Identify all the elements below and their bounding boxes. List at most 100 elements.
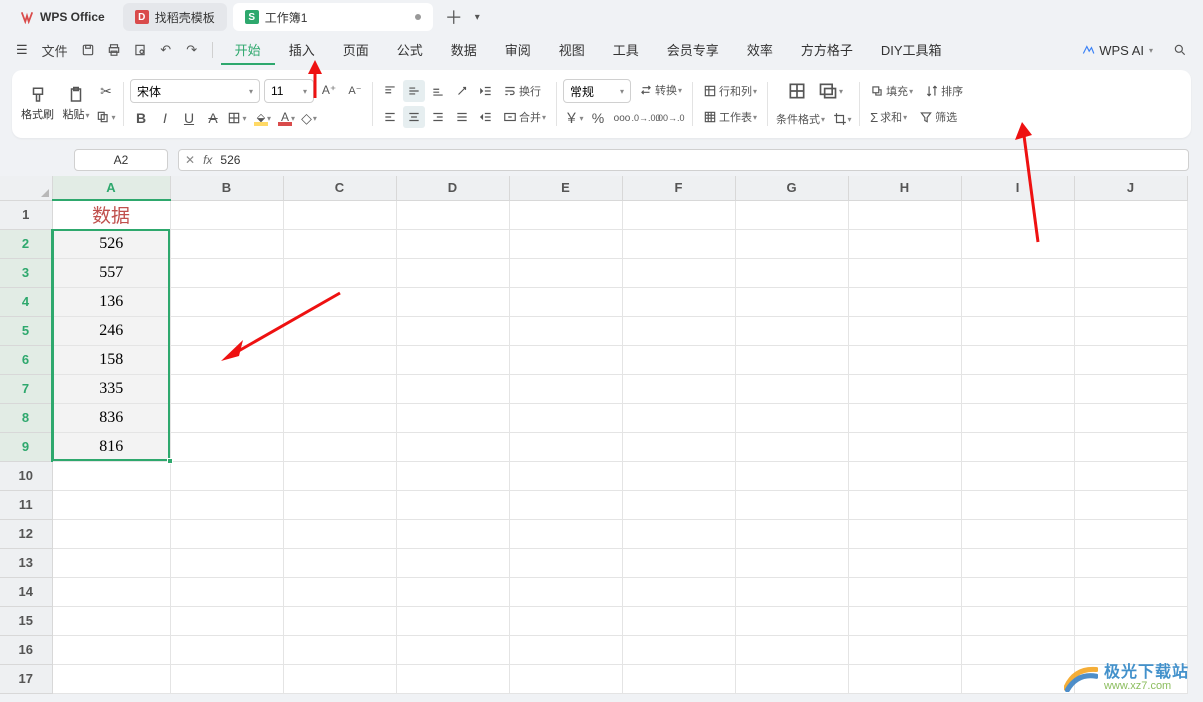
- print-preview-icon[interactable]: [128, 38, 152, 62]
- cell-G10[interactable]: [735, 461, 848, 490]
- col-header-A[interactable]: A: [52, 176, 170, 200]
- cell-J8[interactable]: [1074, 403, 1187, 432]
- cell-I8[interactable]: [961, 403, 1074, 432]
- cell-I16[interactable]: [961, 635, 1074, 664]
- cell-J15[interactable]: [1074, 606, 1187, 635]
- print-icon[interactable]: [102, 38, 126, 62]
- cell-D5[interactable]: [396, 316, 509, 345]
- cell-G5[interactable]: [735, 316, 848, 345]
- percent-icon[interactable]: %: [587, 107, 609, 129]
- cell-J5[interactable]: [1074, 316, 1187, 345]
- cell-I1[interactable]: [961, 200, 1074, 229]
- menu-tab-审阅[interactable]: 审阅: [491, 36, 545, 65]
- decrease-indent-icon[interactable]: [475, 80, 497, 102]
- cell-A16[interactable]: [52, 635, 170, 664]
- template-tab[interactable]: D 找稻壳模板: [123, 3, 227, 31]
- col-header-J[interactable]: J: [1074, 176, 1187, 200]
- cell-B1[interactable]: [170, 200, 283, 229]
- cell-I9[interactable]: [961, 432, 1074, 461]
- cell-A1[interactable]: 数据: [52, 200, 170, 229]
- cell-D8[interactable]: [396, 403, 509, 432]
- cell-styles-icon[interactable]: [783, 78, 811, 104]
- cell-D13[interactable]: [396, 548, 509, 577]
- cell-B15[interactable]: [170, 606, 283, 635]
- cell-G4[interactable]: [735, 287, 848, 316]
- cell-D7[interactable]: [396, 374, 509, 403]
- cell-J13[interactable]: [1074, 548, 1187, 577]
- cell-F13[interactable]: [622, 548, 735, 577]
- cell-G16[interactable]: [735, 635, 848, 664]
- cell-E3[interactable]: [509, 258, 622, 287]
- brand-tab[interactable]: WPS Office: [8, 3, 117, 31]
- cell-F4[interactable]: [622, 287, 735, 316]
- cell-C1[interactable]: [283, 200, 396, 229]
- row-header-17[interactable]: 17: [0, 664, 52, 693]
- cell-C9[interactable]: [283, 432, 396, 461]
- decrease-decimal-icon[interactable]: .00→.0: [659, 107, 681, 129]
- row-header-1[interactable]: 1: [0, 200, 52, 229]
- cell-B3[interactable]: [170, 258, 283, 287]
- cell-H1[interactable]: [848, 200, 961, 229]
- cell-H6[interactable]: [848, 345, 961, 374]
- format-painter-button[interactable]: 格式刷: [18, 76, 57, 132]
- filter-button[interactable]: 筛选: [915, 106, 961, 128]
- col-header-E[interactable]: E: [509, 176, 622, 200]
- cell-F8[interactable]: [622, 403, 735, 432]
- cell-J2[interactable]: [1074, 229, 1187, 258]
- cell-C3[interactable]: [283, 258, 396, 287]
- cell-J10[interactable]: [1074, 461, 1187, 490]
- cell-B17[interactable]: [170, 664, 283, 693]
- cell-B8[interactable]: [170, 403, 283, 432]
- cell-E7[interactable]: [509, 374, 622, 403]
- row-header-2[interactable]: 2: [0, 229, 52, 258]
- row-header-5[interactable]: 5: [0, 316, 52, 345]
- cell-F1[interactable]: [622, 200, 735, 229]
- cell-D15[interactable]: [396, 606, 509, 635]
- cell-C11[interactable]: [283, 490, 396, 519]
- align-left-icon[interactable]: [379, 106, 401, 128]
- cell-A15[interactable]: [52, 606, 170, 635]
- cell-D9[interactable]: [396, 432, 509, 461]
- col-header-B[interactable]: B: [170, 176, 283, 200]
- cell-H5[interactable]: [848, 316, 961, 345]
- cell-H10[interactable]: [848, 461, 961, 490]
- cell-I12[interactable]: [961, 519, 1074, 548]
- increase-decimal-icon[interactable]: .0→.00: [635, 107, 657, 129]
- cell-B2[interactable]: [170, 229, 283, 258]
- cell-G11[interactable]: [735, 490, 848, 519]
- cell-A8[interactable]: 836: [52, 403, 170, 432]
- cell-E9[interactable]: [509, 432, 622, 461]
- cell-J12[interactable]: [1074, 519, 1187, 548]
- cell-F17[interactable]: [622, 664, 735, 693]
- cell-G13[interactable]: [735, 548, 848, 577]
- cell-I4[interactable]: [961, 287, 1074, 316]
- cell-J16[interactable]: [1074, 635, 1187, 664]
- cell-I6[interactable]: [961, 345, 1074, 374]
- row-header-10[interactable]: 10: [0, 461, 52, 490]
- cell-C4[interactable]: [283, 287, 396, 316]
- cell-F2[interactable]: [622, 229, 735, 258]
- row-header-7[interactable]: 7: [0, 374, 52, 403]
- cell-E14[interactable]: [509, 577, 622, 606]
- cell-G2[interactable]: [735, 229, 848, 258]
- align-center-icon[interactable]: [403, 106, 425, 128]
- cell-G8[interactable]: [735, 403, 848, 432]
- cell-G14[interactable]: [735, 577, 848, 606]
- bold-button[interactable]: B: [130, 107, 152, 129]
- cell-A5[interactable]: 246: [52, 316, 170, 345]
- cell-C14[interactable]: [283, 577, 396, 606]
- cell-A3[interactable]: 557: [52, 258, 170, 287]
- col-header-G[interactable]: G: [735, 176, 848, 200]
- cell-A11[interactable]: [52, 490, 170, 519]
- cell-B12[interactable]: [170, 519, 283, 548]
- cell-A17[interactable]: [52, 664, 170, 693]
- menu-tab-插入[interactable]: 插入: [275, 36, 329, 65]
- cell-E13[interactable]: [509, 548, 622, 577]
- cell-F7[interactable]: [622, 374, 735, 403]
- cell-B6[interactable]: [170, 345, 283, 374]
- cell-H12[interactable]: [848, 519, 961, 548]
- cell-E2[interactable]: [509, 229, 622, 258]
- name-box[interactable]: A2: [74, 149, 168, 171]
- cell-C13[interactable]: [283, 548, 396, 577]
- menu-tab-DIY工具箱[interactable]: DIY工具箱: [867, 36, 956, 65]
